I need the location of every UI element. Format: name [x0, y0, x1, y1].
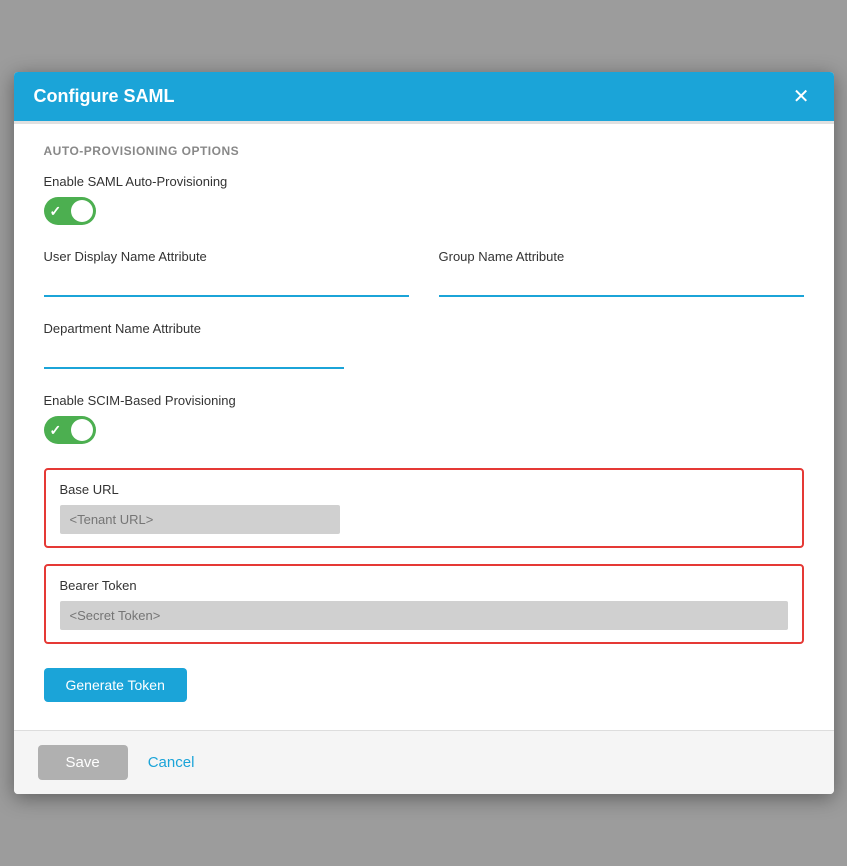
bearer-token-label: Bearer Token [60, 578, 788, 593]
base-url-input[interactable] [60, 505, 340, 534]
modal-body: AUTO-PROVISIONING OPTIONS Enable SAML Au… [14, 121, 834, 730]
enable-saml-toggle[interactable]: ✓ [44, 197, 96, 225]
modal-overlay: Configure SAML ✕ AUTO-PROVISIONING OPTIO… [0, 0, 847, 866]
department-name-input[interactable] [44, 344, 344, 369]
display-group-row: User Display Name Attribute Group Name A… [44, 249, 804, 297]
modal-header: Configure SAML ✕ [14, 72, 834, 121]
department-name-field: Department Name Attribute [44, 321, 804, 369]
toggle-thumb-2 [71, 419, 93, 441]
modal-title: Configure SAML [34, 86, 175, 107]
bearer-token-box: Bearer Token [44, 564, 804, 644]
toggle-check-icon-2: ✓ [50, 422, 62, 439]
enable-scim-label: Enable SCIM-Based Provisioning [44, 393, 804, 408]
user-display-name-col: User Display Name Attribute [44, 249, 409, 297]
auto-provisioning-section-title: AUTO-PROVISIONING OPTIONS [44, 144, 804, 158]
toggle-thumb-1 [71, 200, 93, 222]
user-display-name-label: User Display Name Attribute [44, 249, 409, 264]
user-display-name-input[interactable] [44, 272, 409, 297]
group-name-label: Group Name Attribute [439, 249, 804, 264]
modal-close-button[interactable]: ✕ [789, 87, 814, 107]
cancel-button[interactable]: Cancel [148, 754, 195, 771]
department-name-label: Department Name Attribute [44, 321, 804, 336]
group-name-col: Group Name Attribute [439, 249, 804, 297]
enable-scim-toggle[interactable]: ✓ [44, 416, 96, 444]
base-url-label: Base URL [60, 482, 788, 497]
toggle-track-1: ✓ [44, 197, 96, 225]
group-name-input[interactable] [439, 272, 804, 297]
modal-footer: Save Cancel [14, 730, 834, 794]
enable-scim-field: Enable SCIM-Based Provisioning ✓ [44, 393, 804, 444]
generate-token-button[interactable]: Generate Token [44, 668, 187, 702]
base-url-box: Base URL [44, 468, 804, 548]
enable-saml-label: Enable SAML Auto-Provisioning [44, 174, 804, 189]
bearer-token-input[interactable] [60, 601, 788, 630]
toggle-check-icon-1: ✓ [50, 203, 62, 220]
save-button[interactable]: Save [38, 745, 128, 780]
configure-saml-modal: Configure SAML ✕ AUTO-PROVISIONING OPTIO… [14, 72, 834, 794]
enable-saml-field: Enable SAML Auto-Provisioning ✓ [44, 174, 804, 225]
toggle-track-2: ✓ [44, 416, 96, 444]
